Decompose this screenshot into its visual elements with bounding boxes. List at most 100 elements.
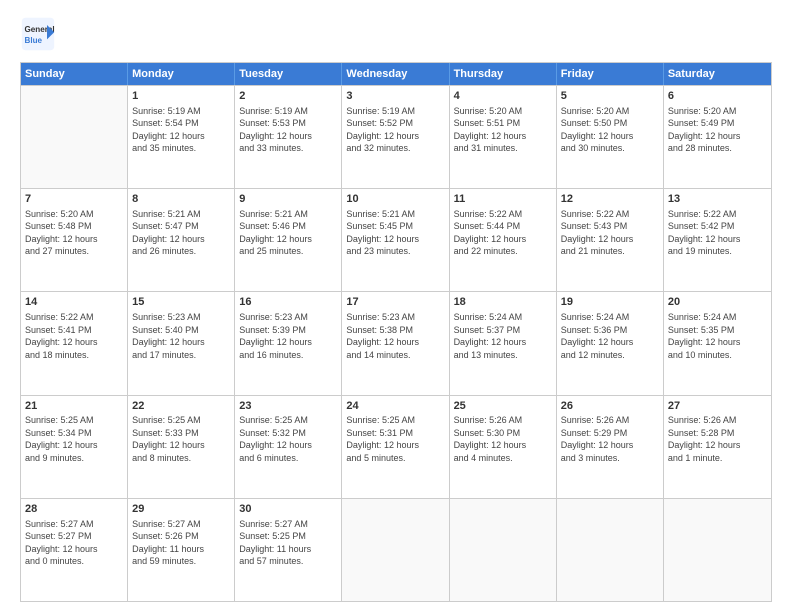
cal-cell: 10 Sunrise: 5:21 AM Sunset: 5:45 PM Dayli… xyxy=(342,189,449,291)
day-info: Sunrise: 5:27 AM Sunset: 5:25 PM Dayligh… xyxy=(239,519,311,566)
cal-week: 14Sunrise: 5:22 AM Sunset: 5:41 PM Dayli… xyxy=(21,291,771,394)
cal-cell xyxy=(342,499,449,601)
day-info: Sunrise: 5:25 AM Sunset: 5:34 PM Dayligh… xyxy=(25,415,98,462)
cal-cell xyxy=(557,499,664,601)
day-info: Sunrise: 5:24 AM Sunset: 5:35 PM Dayligh… xyxy=(668,312,741,359)
cal-week: 1 Sunrise: 5:19 AM Sunset: 5:54 PM Daylig… xyxy=(21,85,771,188)
cal-week: 21Sunrise: 5:25 AM Sunset: 5:34 PM Dayli… xyxy=(21,395,771,498)
cal-cell: 21Sunrise: 5:25 AM Sunset: 5:34 PM Dayli… xyxy=(21,396,128,498)
day-info: Sunrise: 5:24 AM Sunset: 5:37 PM Dayligh… xyxy=(454,312,527,359)
day-info: Sunrise: 5:20 AM Sunset: 5:49 PM Dayligh… xyxy=(668,106,741,153)
header: General Blue xyxy=(20,16,772,52)
day-info: Sunrise: 5:25 AM Sunset: 5:31 PM Dayligh… xyxy=(346,415,419,462)
cal-cell xyxy=(21,86,128,188)
day-info: Sunrise: 5:20 AM Sunset: 5:51 PM Dayligh… xyxy=(454,106,527,153)
day-number: 5 xyxy=(561,89,659,104)
cal-cell: 18Sunrise: 5:24 AM Sunset: 5:37 PM Dayli… xyxy=(450,292,557,394)
cal-cell: 30 Sunrise: 5:27 AM Sunset: 5:25 PM Dayli… xyxy=(235,499,342,601)
day-info: Sunrise: 5:19 AM Sunset: 5:54 PM Dayligh… xyxy=(132,106,205,153)
cal-cell xyxy=(664,499,771,601)
svg-text:Blue: Blue xyxy=(25,36,43,45)
day-info: Sunrise: 5:21 AM Sunset: 5:45 PM Dayligh… xyxy=(346,209,419,256)
cal-cell: 7 Sunrise: 5:20 AM Sunset: 5:48 PM Daylig… xyxy=(21,189,128,291)
cal-cell: 13 Sunrise: 5:22 AM Sunset: 5:42 PM Dayli… xyxy=(664,189,771,291)
cal-cell: 5Sunrise: 5:20 AM Sunset: 5:50 PM Daylig… xyxy=(557,86,664,188)
cal-cell: 4Sunrise: 5:20 AM Sunset: 5:51 PM Daylig… xyxy=(450,86,557,188)
day-info: Sunrise: 5:26 AM Sunset: 5:30 PM Dayligh… xyxy=(454,415,527,462)
cal-cell: 28Sunrise: 5:27 AM Sunset: 5:27 PM Dayli… xyxy=(21,499,128,601)
cal-header-cell: Sunday xyxy=(21,63,128,85)
day-number: 13 xyxy=(668,192,767,207)
day-number: 23 xyxy=(239,399,337,414)
day-number: 29 xyxy=(132,502,230,517)
day-number: 2 xyxy=(239,89,337,104)
cal-header-cell: Wednesday xyxy=(342,63,449,85)
day-info: Sunrise: 5:25 AM Sunset: 5:32 PM Dayligh… xyxy=(239,415,312,462)
cal-cell: 6 Sunrise: 5:20 AM Sunset: 5:49 PM Daylig… xyxy=(664,86,771,188)
day-number: 15 xyxy=(132,295,230,310)
day-number: 14 xyxy=(25,295,123,310)
day-info: Sunrise: 5:23 AM Sunset: 5:39 PM Dayligh… xyxy=(239,312,312,359)
day-number: 9 xyxy=(239,192,337,207)
cal-cell: 22Sunrise: 5:25 AM Sunset: 5:33 PM Dayli… xyxy=(128,396,235,498)
cal-header-cell: Monday xyxy=(128,63,235,85)
day-info: Sunrise: 5:27 AM Sunset: 5:26 PM Dayligh… xyxy=(132,519,204,566)
day-info: Sunrise: 5:26 AM Sunset: 5:28 PM Dayligh… xyxy=(668,415,741,462)
cal-cell: 14Sunrise: 5:22 AM Sunset: 5:41 PM Dayli… xyxy=(21,292,128,394)
day-number: 25 xyxy=(454,399,552,414)
cal-header-cell: Saturday xyxy=(664,63,771,85)
day-number: 16 xyxy=(239,295,337,310)
cal-cell: 1 Sunrise: 5:19 AM Sunset: 5:54 PM Daylig… xyxy=(128,86,235,188)
day-info: Sunrise: 5:22 AM Sunset: 5:42 PM Dayligh… xyxy=(668,209,741,256)
cal-cell: 3Sunrise: 5:19 AM Sunset: 5:52 PM Daylig… xyxy=(342,86,449,188)
day-info: Sunrise: 5:19 AM Sunset: 5:53 PM Dayligh… xyxy=(239,106,312,153)
cal-cell xyxy=(450,499,557,601)
cal-cell: 8Sunrise: 5:21 AM Sunset: 5:47 PM Daylig… xyxy=(128,189,235,291)
cal-cell: 25Sunrise: 5:26 AM Sunset: 5:30 PM Dayli… xyxy=(450,396,557,498)
page: General Blue SundayMondayTuesdayWednesda… xyxy=(0,0,792,612)
cal-cell: 2 Sunrise: 5:19 AM Sunset: 5:53 PM Daylig… xyxy=(235,86,342,188)
cal-cell: 11 Sunrise: 5:22 AM Sunset: 5:44 PM Dayli… xyxy=(450,189,557,291)
day-number: 27 xyxy=(668,399,767,414)
day-number: 11 xyxy=(454,192,552,207)
day-info: Sunrise: 5:25 AM Sunset: 5:33 PM Dayligh… xyxy=(132,415,205,462)
calendar-header: SundayMondayTuesdayWednesdayThursdayFrid… xyxy=(21,63,771,85)
day-number: 19 xyxy=(561,295,659,310)
day-number: 20 xyxy=(668,295,767,310)
calendar-body: 1 Sunrise: 5:19 AM Sunset: 5:54 PM Daylig… xyxy=(21,85,771,601)
day-info: Sunrise: 5:21 AM Sunset: 5:46 PM Dayligh… xyxy=(239,209,312,256)
day-number: 22 xyxy=(132,399,230,414)
cal-cell: 20 Sunrise: 5:24 AM Sunset: 5:35 PM Dayli… xyxy=(664,292,771,394)
cal-cell: 29 Sunrise: 5:27 AM Sunset: 5:26 PM Dayli… xyxy=(128,499,235,601)
cal-cell: 19 Sunrise: 5:24 AM Sunset: 5:36 PM Dayli… xyxy=(557,292,664,394)
day-info: Sunrise: 5:26 AM Sunset: 5:29 PM Dayligh… xyxy=(561,415,634,462)
cal-cell: 15 Sunrise: 5:23 AM Sunset: 5:40 PM Dayli… xyxy=(128,292,235,394)
cal-week: 28Sunrise: 5:27 AM Sunset: 5:27 PM Dayli… xyxy=(21,498,771,601)
cal-cell: 24Sunrise: 5:25 AM Sunset: 5:31 PM Dayli… xyxy=(342,396,449,498)
cal-header-cell: Friday xyxy=(557,63,664,85)
day-info: Sunrise: 5:24 AM Sunset: 5:36 PM Dayligh… xyxy=(561,312,634,359)
day-info: Sunrise: 5:23 AM Sunset: 5:40 PM Dayligh… xyxy=(132,312,205,359)
day-number: 1 xyxy=(132,89,230,104)
calendar: SundayMondayTuesdayWednesdayThursdayFrid… xyxy=(20,62,772,602)
cal-cell: 26Sunrise: 5:26 AM Sunset: 5:29 PM Dayli… xyxy=(557,396,664,498)
logo: General Blue xyxy=(20,16,56,52)
cal-cell: 16 Sunrise: 5:23 AM Sunset: 5:39 PM Dayli… xyxy=(235,292,342,394)
logo-icon: General Blue xyxy=(20,16,56,52)
cal-header-cell: Thursday xyxy=(450,63,557,85)
day-number: 8 xyxy=(132,192,230,207)
cal-cell: 12Sunrise: 5:22 AM Sunset: 5:43 PM Dayli… xyxy=(557,189,664,291)
day-info: Sunrise: 5:27 AM Sunset: 5:27 PM Dayligh… xyxy=(25,519,98,566)
day-info: Sunrise: 5:19 AM Sunset: 5:52 PM Dayligh… xyxy=(346,106,419,153)
day-info: Sunrise: 5:22 AM Sunset: 5:44 PM Dayligh… xyxy=(454,209,527,256)
day-info: Sunrise: 5:22 AM Sunset: 5:43 PM Dayligh… xyxy=(561,209,634,256)
cal-cell: 23Sunrise: 5:25 AM Sunset: 5:32 PM Dayli… xyxy=(235,396,342,498)
day-info: Sunrise: 5:20 AM Sunset: 5:48 PM Dayligh… xyxy=(25,209,98,256)
day-info: Sunrise: 5:23 AM Sunset: 5:38 PM Dayligh… xyxy=(346,312,419,359)
day-number: 24 xyxy=(346,399,444,414)
day-number: 10 xyxy=(346,192,444,207)
day-number: 7 xyxy=(25,192,123,207)
day-number: 6 xyxy=(668,89,767,104)
day-number: 30 xyxy=(239,502,337,517)
day-number: 21 xyxy=(25,399,123,414)
